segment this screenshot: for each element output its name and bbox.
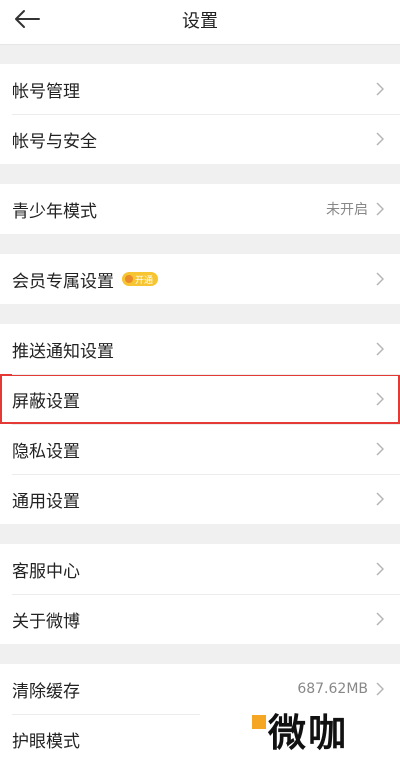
section-gap [0,644,400,664]
section-gap [0,45,400,64]
settings-item-about[interactable]: 关于微博 [0,594,400,644]
settings-item-label: 屏蔽设置 [12,391,80,412]
preferences-section: 推送通知设置 屏蔽设置 隐私设置 通用设置 [0,324,400,524]
section-gap [0,234,400,254]
account-section: 帐号管理 帐号与安全 [0,64,400,164]
settings-item-label: 帐号与安全 [12,131,97,152]
vip-crown-icon [125,275,133,283]
teen-section: 青少年模式 未开启 [0,184,400,234]
chevron-right-icon [376,682,386,696]
watermark-accent-icon [251,714,266,729]
chevron-right-icon [376,82,386,96]
chevron-right-icon [376,492,386,506]
vip-section: 会员专属设置 开通 [0,254,400,304]
settings-item-customer-service[interactable]: 客服中心 [0,544,400,594]
settings-item-teen-mode[interactable]: 青少年模式 未开启 [0,184,400,234]
settings-item-label: 帐号管理 [12,81,80,102]
settings-item-vip-settings[interactable]: 会员专属设置 开通 [0,254,400,304]
chevron-right-icon [376,202,386,216]
chevron-right-icon [376,272,386,286]
settings-item-label: 推送通知设置 [12,341,114,362]
settings-item-label: 关于微博 [12,611,80,632]
settings-item-label: 青少年模式 [12,201,97,222]
settings-item-block-settings[interactable]: 屏蔽设置 [0,374,400,424]
page-title: 设置 [182,11,218,32]
vip-badge: 开通 [122,272,159,286]
settings-item-label: 清除缓存 [12,681,80,702]
watermark-logo: 微咖 [200,698,400,761]
chevron-right-icon [376,612,386,626]
support-section: 客服中心 关于微博 [0,544,400,644]
settings-item-push-notifications[interactable]: 推送通知设置 [0,324,400,374]
settings-item-label: 客服中心 [12,561,80,582]
chevron-right-icon [376,392,386,406]
chevron-right-icon [376,562,386,576]
watermark-text: 微咖 [267,711,348,755]
settings-item-account-security[interactable]: 帐号与安全 [0,114,400,164]
settings-item-label: 通用设置 [12,491,80,512]
vip-badge-label: 开通 [135,275,154,286]
teen-mode-status: 未开启 [326,202,368,218]
settings-item-privacy[interactable]: 隐私设置 [0,424,400,474]
section-gap [0,524,400,544]
settings-item-label: 护眼模式 [12,731,80,752]
settings-item-general[interactable]: 通用设置 [0,474,400,524]
chevron-right-icon [376,132,386,146]
chevron-right-icon [376,442,386,456]
settings-item-label: 会员专属设置 [12,271,114,292]
chevron-right-icon [376,342,386,356]
settings-item-account-management[interactable]: 帐号管理 [0,64,400,114]
settings-item-label: 隐私设置 [12,441,80,462]
cache-size: 687.62MB [297,681,368,697]
header-bar: 设置 [0,0,400,45]
section-gap [0,164,400,184]
section-gap [0,304,400,324]
